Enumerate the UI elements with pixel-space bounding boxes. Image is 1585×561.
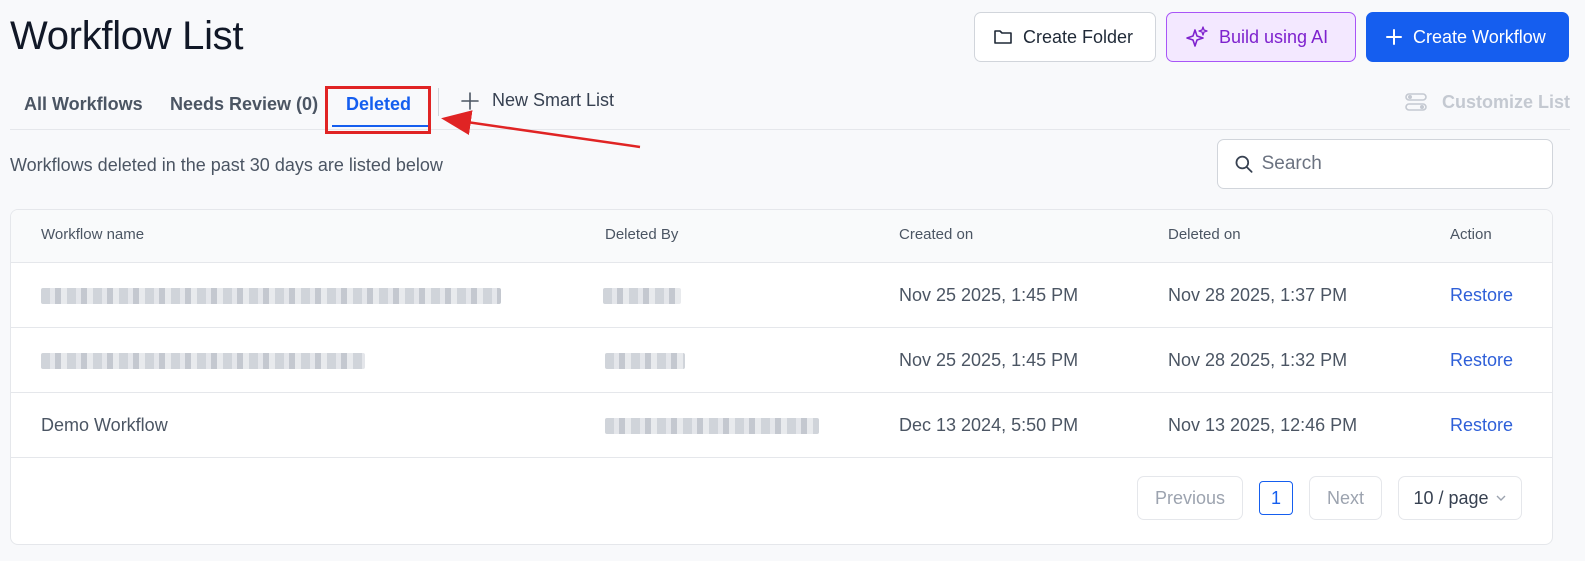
- customize-list-label: Customize List: [1441, 91, 1570, 112]
- pagination: Previous 1 Next 10 / page: [1137, 476, 1522, 520]
- tab-bar: All Workflows Needs Review (0) Deleted N…: [10, 84, 1570, 130]
- created-on-cell: Nov 25 2025, 1:45 PM: [899, 285, 1079, 305]
- page-size-select[interactable]: 10 / page: [1398, 476, 1522, 520]
- deleted-on-cell: Nov 28 2025, 1:37 PM: [1168, 285, 1348, 305]
- tab-divider: [438, 88, 439, 116]
- workflow-name-redacted: [41, 353, 365, 369]
- new-smart-list-label: New Smart List: [492, 90, 615, 110]
- column-header-workflow-name: Workflow name: [41, 226, 145, 243]
- column-header-action: Action: [1450, 226, 1492, 243]
- tab-needs-review[interactable]: Needs Review (0): [170, 94, 318, 115]
- create-folder-button[interactable]: Create Folder: [974, 12, 1156, 62]
- created-on-cell: Nov 25 2025, 1:45 PM: [899, 350, 1079, 370]
- deleted-by-redacted: [603, 288, 681, 304]
- new-smart-list-button[interactable]: New Smart List: [460, 90, 614, 111]
- deleted-info-text: Workflows deleted in the past 30 days ar…: [10, 155, 443, 175]
- annotation-highlight-box: [325, 86, 431, 134]
- sparkle-icon: [1186, 26, 1208, 47]
- customize-list-button[interactable]: Customize List: [1404, 90, 1570, 114]
- deleted-by-redacted: [605, 353, 685, 369]
- created-on-cell: Dec 13 2024, 5:50 PM: [899, 415, 1079, 435]
- table-row: Nov 25 2025, 1:45 PM Nov 28 2025, 1:32 P…: [11, 328, 1552, 393]
- deleted-on-cell: Nov 28 2025, 1:32 PM: [1168, 350, 1348, 370]
- table-row: Nov 25 2025, 1:45 PM Nov 28 2025, 1:37 P…: [11, 263, 1552, 328]
- table-header: Workflow name Deleted By Created on Dele…: [11, 210, 1552, 263]
- search-box[interactable]: [1217, 139, 1553, 189]
- previous-page-button[interactable]: Previous: [1137, 476, 1243, 520]
- page-number-current[interactable]: 1: [1259, 481, 1293, 515]
- restore-link[interactable]: Restore: [1450, 415, 1513, 436]
- deleted-by-redacted: [605, 418, 819, 434]
- next-page-button[interactable]: Next: [1309, 476, 1382, 520]
- create-workflow-label: Create Workflow: [1413, 26, 1546, 47]
- chevron-down-icon: [1496, 495, 1506, 501]
- tab-all-workflows[interactable]: All Workflows: [24, 94, 143, 115]
- deleted-on-cell: Nov 13 2025, 12:46 PM: [1168, 415, 1358, 435]
- settings-sliders-icon: [1405, 93, 1427, 111]
- column-header-deleted-on: Deleted on: [1168, 226, 1241, 243]
- restore-link[interactable]: Restore: [1450, 285, 1513, 306]
- top-actions: Create Folder Build using AI Create Work…: [974, 12, 1569, 62]
- search-input[interactable]: [1261, 153, 1536, 175]
- plus-icon: [1386, 29, 1402, 45]
- create-folder-label: Create Folder: [1023, 26, 1134, 47]
- create-workflow-button[interactable]: Create Workflow: [1366, 12, 1569, 62]
- workflow-name-cell: Demo Workflow: [41, 415, 168, 435]
- build-using-ai-button[interactable]: Build using AI: [1166, 12, 1356, 62]
- deleted-workflows-table: Workflow name Deleted By Created on Dele…: [10, 209, 1553, 545]
- build-using-ai-label: Build using AI: [1219, 26, 1329, 47]
- table-row: Demo Workflow Dec 13 2024, 5:50 PM Nov 1…: [11, 393, 1552, 458]
- page-size-label: 10 / page: [1413, 487, 1489, 508]
- column-header-created-on: Created on: [899, 226, 974, 243]
- search-icon: [1235, 155, 1253, 173]
- workflow-name-redacted: [41, 288, 501, 304]
- folder-icon: [994, 30, 1012, 44]
- restore-link[interactable]: Restore: [1450, 350, 1513, 371]
- plus-icon: [461, 91, 479, 110]
- column-header-deleted-by: Deleted By: [605, 226, 679, 243]
- page-title: Workflow List: [10, 14, 244, 58]
